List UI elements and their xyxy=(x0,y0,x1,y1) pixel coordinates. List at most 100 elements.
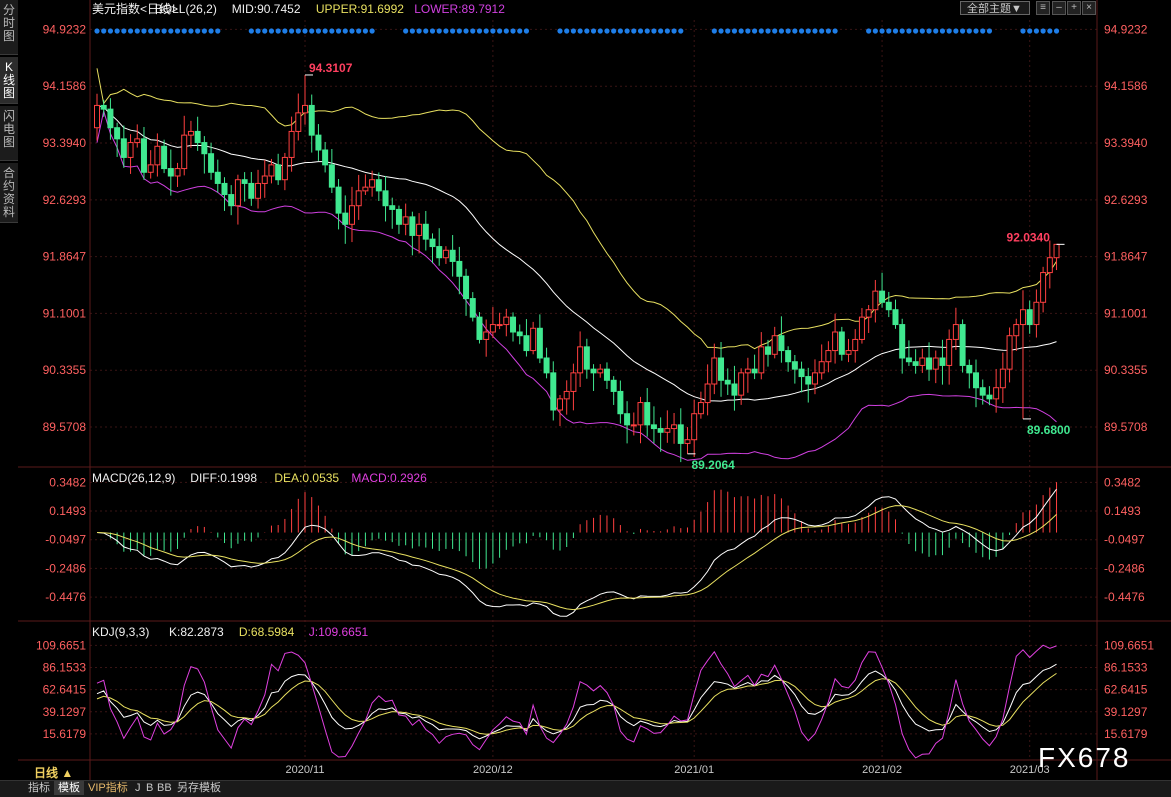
period-selector[interactable]: 日线 ▲ xyxy=(34,764,73,781)
minus-icon[interactable]: – xyxy=(1052,1,1066,15)
menu-icon[interactable]: ≡ xyxy=(1036,1,1050,15)
candle-body xyxy=(348,205,355,225)
close-icon[interactable]: × xyxy=(1082,1,1096,15)
event-dot xyxy=(1053,28,1060,34)
y-tick-left: 89.5708 xyxy=(43,420,87,434)
candle-body xyxy=(536,327,543,359)
candle-body xyxy=(161,145,168,170)
candle-body xyxy=(208,153,215,173)
candle-body xyxy=(140,138,147,173)
event-dot xyxy=(523,28,530,34)
candle-body xyxy=(838,331,845,355)
candle-body xyxy=(771,335,778,355)
event-dot xyxy=(966,28,972,34)
y-tick-left: 0.1493 xyxy=(49,504,86,518)
candle-body xyxy=(174,168,181,177)
event-dot xyxy=(919,28,925,34)
side-tab[interactable]: 合约资料 xyxy=(0,163,18,223)
event-dot xyxy=(450,28,456,34)
candle-body xyxy=(872,290,879,311)
candle-body xyxy=(811,372,818,385)
candle-body xyxy=(664,428,671,433)
side-tab[interactable]: 闪电图 xyxy=(0,106,18,161)
event-dot xyxy=(268,28,275,34)
theme-select[interactable]: 全部主题▼ xyxy=(960,1,1030,15)
candle-body xyxy=(791,361,798,370)
event-dot xyxy=(456,28,462,34)
event-dot xyxy=(644,28,650,34)
candle-body xyxy=(999,368,1006,389)
candle-body xyxy=(503,316,510,326)
candle-body xyxy=(409,216,416,236)
bottom-tab[interactable]: VIP指标 xyxy=(84,781,132,795)
candle-body xyxy=(905,357,912,363)
candle-body xyxy=(556,398,563,411)
event-dot xyxy=(1020,28,1026,34)
event-dot xyxy=(624,28,630,34)
candle-body xyxy=(422,223,429,240)
event-dot xyxy=(584,28,590,34)
event-dot xyxy=(946,28,952,34)
y-tick-left: 90.3355 xyxy=(43,363,87,377)
side-tab[interactable]: 分时图 xyxy=(0,0,18,55)
candle-body xyxy=(704,383,711,404)
event-dot xyxy=(745,28,751,34)
event-dot xyxy=(678,28,684,34)
event-dot xyxy=(604,28,610,34)
event-dot xyxy=(866,28,872,34)
candle-body xyxy=(315,134,322,151)
candle-body xyxy=(697,402,704,415)
event-dot xyxy=(329,28,335,34)
bottom-tab[interactable]: 模板 xyxy=(54,781,84,795)
event-dot xyxy=(986,28,993,34)
bottom-tab[interactable]: 指标 xyxy=(24,781,54,795)
candle-body xyxy=(724,379,731,385)
y-tick-right: -0.4476 xyxy=(1104,590,1145,604)
event-dot xyxy=(792,28,798,34)
candle-body xyxy=(543,357,550,374)
annotation-high-label: 92.0340 xyxy=(1007,230,1051,244)
event-dot xyxy=(181,28,187,34)
event-dot xyxy=(517,28,523,34)
event-dot xyxy=(174,28,181,34)
y-tick-left: 0.3482 xyxy=(49,475,86,489)
event-dot xyxy=(872,28,878,34)
event-dot xyxy=(1027,28,1033,34)
event-dot xyxy=(443,28,449,34)
event-dot xyxy=(980,28,986,34)
bottom-tab[interactable]: 另存模板 xyxy=(173,781,225,795)
candle-body xyxy=(630,424,637,427)
candle-body xyxy=(865,309,872,318)
candle-body xyxy=(711,357,718,385)
event-dot xyxy=(208,28,214,34)
candle-body xyxy=(946,338,953,366)
event-dot xyxy=(248,28,254,34)
event-dot xyxy=(664,28,670,34)
event-dot xyxy=(892,28,899,34)
candle-body xyxy=(187,130,194,136)
candle-body xyxy=(691,413,698,441)
annotation-low-label: 89.6800 xyxy=(1027,423,1071,437)
candle-body xyxy=(94,104,100,129)
candle-body xyxy=(892,309,899,326)
candle-body xyxy=(1019,309,1026,326)
event-dot xyxy=(577,28,583,34)
watermark: FX678 xyxy=(1038,742,1131,773)
candle-body xyxy=(973,372,980,389)
candle-body xyxy=(617,390,624,415)
candle-body xyxy=(449,249,456,262)
side-tab[interactable]: K线图 xyxy=(0,57,18,104)
event-dot xyxy=(1040,28,1046,34)
event-dot xyxy=(141,28,147,34)
candle-body xyxy=(899,324,906,359)
price-chart[interactable]: 94.9232 94.9232 94.1586 94.1586 93.3940 93.39… xyxy=(0,0,1171,796)
plus-icon[interactable]: + xyxy=(1067,1,1081,15)
candle-body xyxy=(167,168,174,177)
event-dot xyxy=(101,28,107,34)
event-dot xyxy=(926,28,932,34)
y-tick-left: 91.8647 xyxy=(43,250,87,264)
event-dot xyxy=(463,28,469,34)
candle-body xyxy=(583,346,590,370)
event-dot xyxy=(597,28,603,34)
candle-body xyxy=(261,175,268,184)
